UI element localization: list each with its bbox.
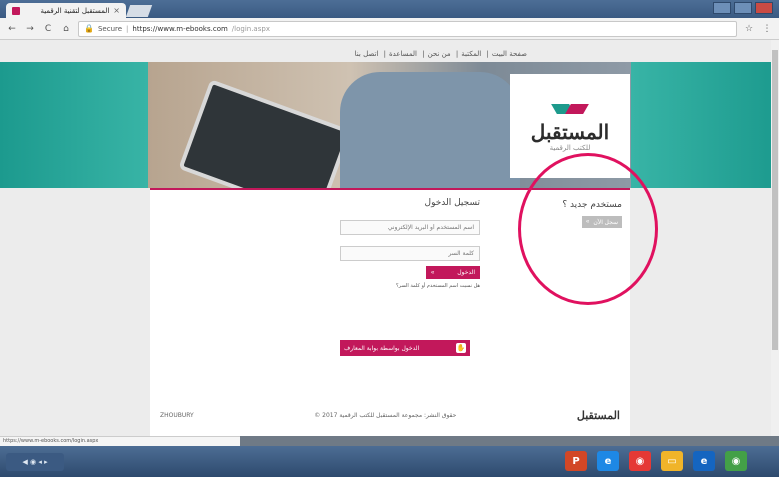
window-controls — [713, 2, 773, 14]
close-tab-icon[interactable]: × — [113, 6, 120, 15]
username-input[interactable] — [340, 220, 480, 235]
page-footer: ZHOUBURY حقوق النشر: مجموعة المستقبل للك… — [150, 404, 630, 426]
person-photo — [340, 72, 520, 188]
windows-taskbar: ◀ ◉ ◂ ▸ Pe ◉ ▭ e ◉ — [0, 446, 779, 477]
browser-tab[interactable]: المستقبل لتقنية الرقمية × — [6, 3, 126, 18]
partner-logo: ZHOUBURY — [160, 411, 194, 419]
footer-logo: المستقبل — [576, 408, 620, 422]
bookmark-star-icon[interactable]: ☆ — [743, 24, 755, 34]
scrollbar-thumb[interactable] — [772, 50, 778, 350]
reload-icon[interactable]: C — [42, 24, 54, 34]
url-host: https://www.m-ebooks.com — [132, 24, 228, 33]
secure-label: Secure — [97, 24, 123, 33]
nav-link-about[interactable]: من نحن — [428, 50, 451, 58]
folder-icon[interactable]: ▭ — [661, 451, 683, 471]
nav-link-library[interactable]: المكتبة — [461, 50, 481, 58]
forgot-password-link[interactable]: هل نسيت اسم المستخدم أو كلمة السر؟ — [330, 283, 480, 289]
chrome-icon[interactable]: ◉ — [629, 451, 651, 471]
bird-logo-icon — [550, 100, 590, 120]
forward-icon[interactable]: → — [24, 24, 36, 34]
edge-icon[interactable]: e — [693, 451, 715, 471]
favicon-icon — [12, 6, 20, 15]
web-page: صفحة البيت| المكتبة| من نحن| المساعدة| ا… — [0, 40, 779, 436]
chrome-alt-icon[interactable]: ◉ — [725, 451, 747, 471]
login-heading: تسجيل الدخول — [424, 198, 480, 208]
status-url: https://www.m-ebooks.com/login.aspx — [0, 436, 240, 446]
office-icon[interactable]: P — [565, 451, 587, 471]
new-tab-button[interactable] — [125, 5, 153, 17]
address-bar[interactable]: 🔒 Secure | https://www.m-ebooks.com/logi… — [78, 20, 737, 37]
hero-banner: المستقبل للكتب الرقمية — [0, 62, 779, 220]
url-path: /login.aspx — [231, 24, 270, 33]
top-navigation: صفحة البيت| المكتبة| من نحن| المساعدة| ا… — [354, 50, 527, 58]
chevron-left-icon: » — [431, 269, 435, 276]
minimize-button[interactable] — [713, 2, 731, 14]
login-button[interactable]: الدخول » — [426, 266, 480, 279]
tab-title: المستقبل لتقنية الرقمية — [40, 6, 110, 15]
sso-login-button[interactable]: ✋ الدخول بواسطة بوابة المعارف — [340, 340, 470, 356]
separator: | — [126, 24, 129, 33]
ie-icon[interactable]: e — [597, 451, 619, 471]
home-icon[interactable]: ⌂ — [60, 24, 72, 34]
taskbar-apps: Pe ◉ ▭ e ◉ — [565, 451, 747, 471]
browser-toolbar: ← → C ⌂ 🔒 Secure | https://www.m-ebooks.… — [0, 18, 779, 40]
nav-link-home[interactable]: صفحة البيت — [492, 50, 527, 58]
login-form: تسجيل الدخول الدخول » هل نسيت اسم المستخ… — [330, 198, 480, 289]
sso-label: الدخول بواسطة بوابة المعارف — [344, 344, 420, 352]
page-scrollbar[interactable] — [771, 40, 779, 436]
menu-icon[interactable]: ⋮ — [761, 24, 773, 34]
hand-icon: ✋ — [456, 343, 466, 353]
back-icon[interactable]: ← — [6, 24, 18, 34]
nav-link-help[interactable]: المساعدة — [389, 50, 417, 58]
password-input[interactable] — [340, 246, 480, 261]
logo-text: المستقبل — [530, 120, 610, 144]
browser-tab-strip: المستقبل لتقنية الرقمية × — [0, 0, 779, 18]
logo-subtitle: للكتب الرقمية — [549, 144, 591, 152]
highlight-circle — [518, 153, 658, 305]
start-button[interactable]: ◀ ◉ ◂ ▸ — [6, 452, 64, 471]
lock-icon: 🔒 — [84, 24, 94, 33]
login-button-label: الدخول — [457, 270, 475, 276]
close-window-button[interactable] — [755, 2, 773, 14]
copyright-text: حقوق النشر: مجموعة المستقبل للكتب الرقمي… — [314, 411, 457, 419]
maximize-button[interactable] — [734, 2, 752, 14]
nav-link-contact[interactable]: اتصل بنا — [355, 50, 379, 58]
